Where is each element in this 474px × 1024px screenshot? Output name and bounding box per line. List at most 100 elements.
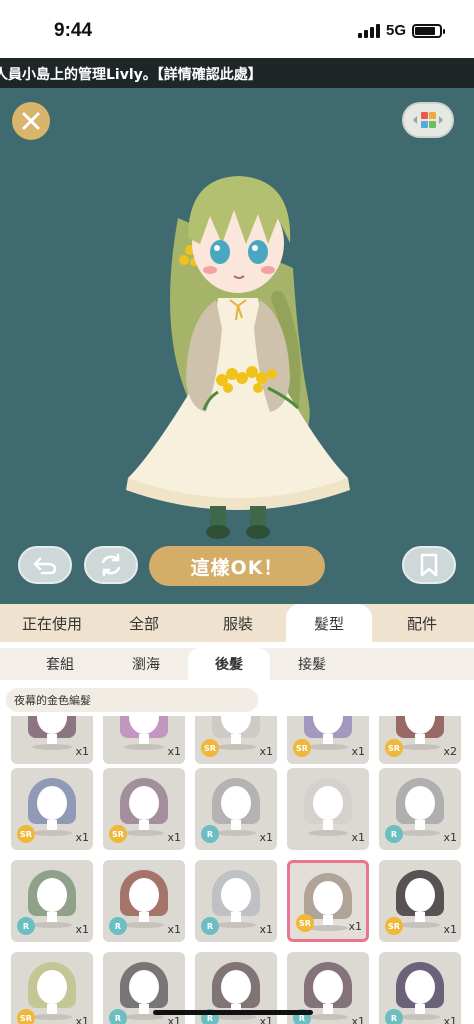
item-quantity: x1 bbox=[351, 831, 365, 844]
hair-item-cell[interactable]: SR x1 bbox=[379, 860, 461, 942]
hair-item-cell[interactable]: Rx1 bbox=[11, 860, 93, 942]
item-grid: x1 x1 SR x1 SR x1 SR x2 SR x1 SR x1 Rx1 x1 Rx1 Rx1 Rx1 Rx… bbox=[0, 716, 474, 1024]
item-quantity: x1 bbox=[167, 923, 181, 936]
mannequin-head bbox=[37, 786, 67, 820]
hair-item-cell[interactable]: Rx1 bbox=[195, 860, 277, 942]
hair-item-cell[interactable]: SR x1 bbox=[287, 860, 369, 942]
mannequin-neck bbox=[415, 734, 425, 744]
tab-clothing[interactable]: 服裝 bbox=[196, 604, 280, 642]
rotate-icon bbox=[101, 553, 121, 577]
status-time: 9:44 bbox=[54, 20, 93, 41]
mannequin-head bbox=[405, 786, 435, 820]
tab-in-use[interactable]: 正在使用 bbox=[10, 604, 94, 642]
mannequin-base bbox=[308, 1014, 348, 1020]
rarity-badge: R bbox=[109, 1009, 127, 1024]
rarity-badge: R bbox=[201, 825, 219, 843]
tab-all[interactable]: 全部 bbox=[104, 604, 184, 642]
hair-item-cell[interactable]: SR x1 bbox=[195, 716, 277, 764]
tab-hairstyle[interactable]: 髮型 bbox=[286, 604, 372, 642]
mannequin-base bbox=[308, 744, 348, 750]
selected-item-name: 夜幕的金色編髮 bbox=[6, 688, 258, 712]
status-bar: 9:44 5G bbox=[0, 0, 474, 56]
mannequin-neck bbox=[231, 820, 241, 830]
hair-item-cell[interactable]: Rx1 bbox=[195, 768, 277, 850]
hair-item-cell[interactable]: SR x1 bbox=[103, 768, 185, 850]
hair-item-cell[interactable]: Rx1 bbox=[103, 860, 185, 942]
rarity-badge: SR bbox=[385, 739, 403, 757]
mannequin-neck bbox=[323, 1004, 333, 1014]
bookmark-button[interactable] bbox=[402, 546, 456, 584]
item-quantity: x1 bbox=[443, 923, 457, 936]
subtab-extensions[interactable]: 接髮 bbox=[270, 648, 354, 680]
item-quantity: x1 bbox=[259, 831, 273, 844]
subtab-back-hair[interactable]: 後髮 bbox=[188, 648, 270, 680]
rotate-button[interactable] bbox=[84, 546, 138, 584]
rarity-badge: R bbox=[109, 917, 127, 935]
mannequin-base bbox=[400, 922, 440, 928]
hair-item-cell[interactable]: Rx1 bbox=[379, 952, 461, 1024]
item-quantity: x1 bbox=[167, 831, 181, 844]
hair-item-cell[interactable]: SR x1 bbox=[287, 716, 369, 764]
home-indicator bbox=[153, 1010, 313, 1015]
hair-item-cell[interactable]: x1 bbox=[11, 716, 93, 764]
item-quantity: x1 bbox=[75, 831, 89, 844]
mannequin-base bbox=[32, 830, 72, 836]
news-ticker[interactable]: 人員小島上的管理Livly。【詳情確認此處】 bbox=[0, 58, 474, 88]
mannequin-neck bbox=[323, 915, 333, 925]
mannequin-neck bbox=[415, 820, 425, 830]
rarity-badge: SR bbox=[293, 739, 311, 757]
subtab-set[interactable]: 套組 bbox=[20, 648, 100, 680]
sub-tabs: 套組 瀏海 後髮 接髮 bbox=[0, 642, 474, 680]
item-quantity: x1 bbox=[348, 920, 362, 933]
hair-item-cell[interactable]: SR x1 bbox=[11, 768, 93, 850]
hair-item-cell[interactable]: x1 bbox=[287, 768, 369, 850]
hair-item-cell[interactable]: Rx1 bbox=[379, 768, 461, 850]
undo-button[interactable] bbox=[18, 546, 72, 584]
mannequin-base bbox=[400, 830, 440, 836]
confirm-ok-button[interactable]: 這樣OK！ bbox=[149, 546, 325, 586]
mannequin-head bbox=[313, 881, 343, 915]
item-quantity: x1 bbox=[259, 1015, 273, 1024]
hair-item-cell[interactable]: SR x2 bbox=[379, 716, 461, 764]
mannequin-neck bbox=[139, 912, 149, 922]
item-quantity: x1 bbox=[75, 745, 89, 758]
mannequin-neck bbox=[231, 734, 241, 744]
rarity-badge: SR bbox=[296, 914, 314, 932]
mannequin-base bbox=[216, 830, 256, 836]
mannequin-head bbox=[405, 970, 435, 1004]
category-tabs: 正在使用 全部 服裝 髮型 配件 bbox=[0, 604, 474, 642]
rarity-badge: R bbox=[17, 917, 35, 935]
mannequin-neck bbox=[139, 1004, 149, 1014]
rarity-badge: SR bbox=[201, 739, 219, 757]
mannequin-base bbox=[216, 922, 256, 928]
avatar-character bbox=[126, 176, 350, 539]
item-quantity: x2 bbox=[443, 745, 457, 758]
mannequin-base bbox=[400, 1014, 440, 1020]
rarity-badge: SR bbox=[109, 825, 127, 843]
network-label: 5G bbox=[385, 22, 406, 39]
mannequin-neck bbox=[415, 912, 425, 922]
mannequin-neck bbox=[47, 1004, 57, 1014]
hair-item-cell[interactable]: x1 bbox=[103, 716, 185, 764]
mannequin-head bbox=[37, 878, 67, 912]
mannequin-head bbox=[129, 878, 159, 912]
item-quantity: x1 bbox=[167, 1015, 181, 1024]
mannequin-base bbox=[308, 830, 348, 836]
mannequin-base bbox=[216, 744, 256, 750]
hair-item-cell[interactable]: SR x1 bbox=[11, 952, 93, 1024]
mannequin-head bbox=[129, 970, 159, 1004]
item-quantity: x1 bbox=[75, 923, 89, 936]
mannequin-base bbox=[400, 744, 440, 750]
close-button[interactable] bbox=[12, 102, 50, 140]
item-quantity: x1 bbox=[351, 1015, 365, 1024]
palette-grid-icon bbox=[413, 112, 443, 128]
rarity-badge: SR bbox=[17, 1009, 35, 1024]
palette-button[interactable] bbox=[402, 102, 454, 138]
mannequin-head bbox=[313, 970, 343, 1004]
item-quantity: x1 bbox=[351, 745, 365, 758]
tab-accessories[interactable]: 配件 bbox=[380, 604, 464, 642]
item-quantity: x1 bbox=[443, 1015, 457, 1024]
mannequin-base bbox=[124, 922, 164, 928]
mannequin-head bbox=[221, 970, 251, 1004]
subtab-bangs[interactable]: 瀏海 bbox=[104, 648, 188, 680]
